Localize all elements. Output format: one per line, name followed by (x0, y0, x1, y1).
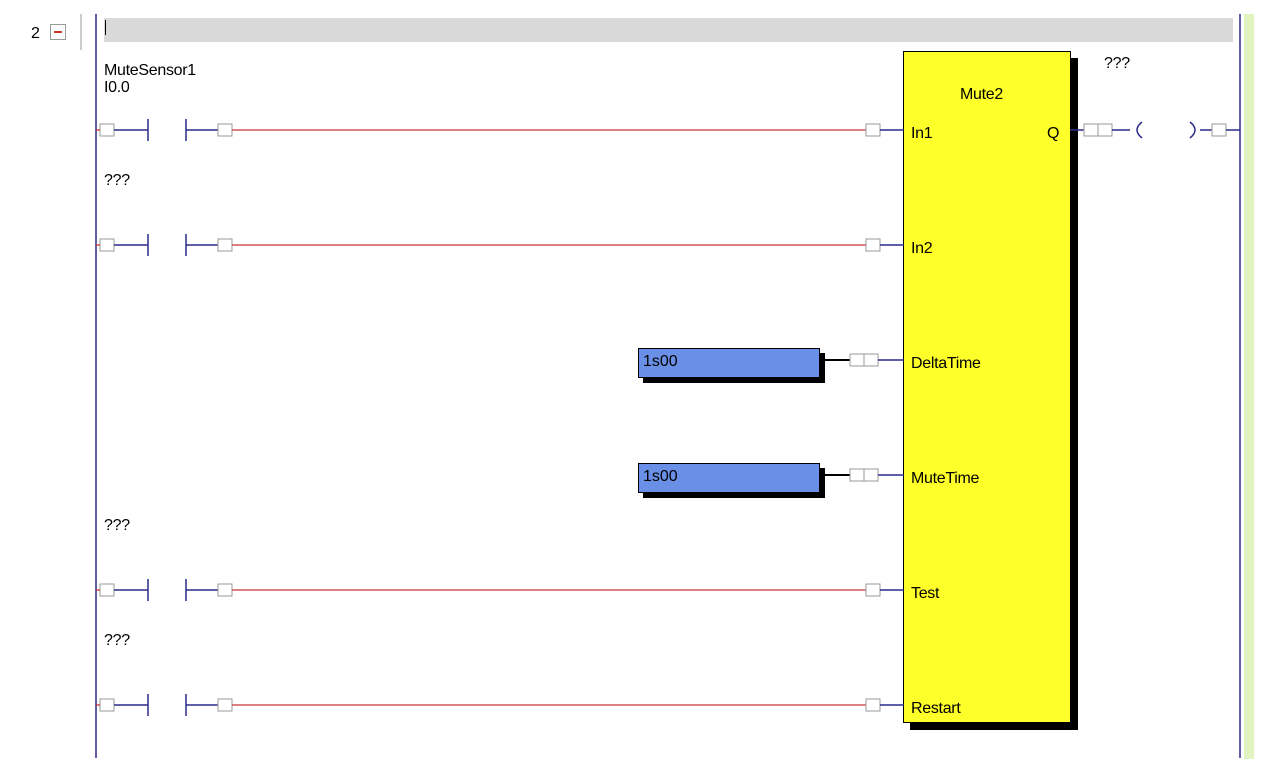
ladder-wires (96, 119, 1240, 716)
test-variable-name[interactable]: ??? (104, 517, 130, 535)
contact-right-terminal (217, 698, 233, 712)
pin-in2-label: In2 (911, 240, 933, 257)
function-block-title: Mute2 (960, 86, 1003, 103)
collapse-rung-button[interactable] (50, 24, 66, 40)
block-input-terminal (865, 698, 881, 712)
q-terminal-a (1083, 123, 1099, 137)
in2-variable-name[interactable]: ??? (104, 172, 130, 190)
contact-right-terminal (217, 123, 233, 137)
q-terminal-b (1097, 123, 1113, 137)
constant-terminal-b (863, 468, 879, 482)
contact-left-terminal (99, 698, 115, 712)
in1-variable-address: I0.0 (104, 79, 130, 96)
deltatime-constant[interactable]: 1s00 (638, 348, 820, 378)
pin-mutetime-label: MuteTime (911, 470, 980, 487)
restart-variable-name[interactable]: ??? (104, 632, 130, 650)
output-variable-label[interactable]: ??? (1104, 55, 1130, 73)
rung-number: 2 (31, 25, 40, 42)
constant-terminal-a (849, 468, 865, 482)
contact-right-terminal (217, 583, 233, 597)
text-cursor (105, 20, 106, 35)
constant-terminal-b (863, 353, 879, 367)
contact-right-terminal (217, 238, 233, 252)
pin-deltatime-label: DeltaTime (911, 355, 981, 372)
block-input-terminal (865, 583, 881, 597)
block-input-terminal (865, 238, 881, 252)
constant-terminal-a (849, 353, 865, 367)
contact-left-terminal (99, 583, 115, 597)
pin-restart-label: Restart (911, 700, 961, 717)
contact-left-terminal (99, 238, 115, 252)
coil-terminal (1211, 123, 1227, 137)
coil-right-arc (1189, 121, 1196, 139)
block-input-terminal (865, 123, 881, 137)
contact-left-terminal (99, 123, 115, 137)
pin-q-label: Q (1047, 125, 1060, 142)
right-rail-margin (1244, 14, 1254, 759)
coil-left-arc (1136, 121, 1143, 139)
rung-comment-field[interactable] (104, 18, 1233, 42)
function-block-mute2[interactable] (903, 51, 1071, 723)
in1-variable-name[interactable]: MuteSensor1 (104, 62, 196, 80)
ladder-diagram-canvas (80, 14, 1241, 758)
mutetime-constant[interactable]: 1s00 (638, 463, 820, 493)
pin-test-label: Test (911, 585, 940, 602)
pin-in1-label: In1 (911, 125, 933, 142)
